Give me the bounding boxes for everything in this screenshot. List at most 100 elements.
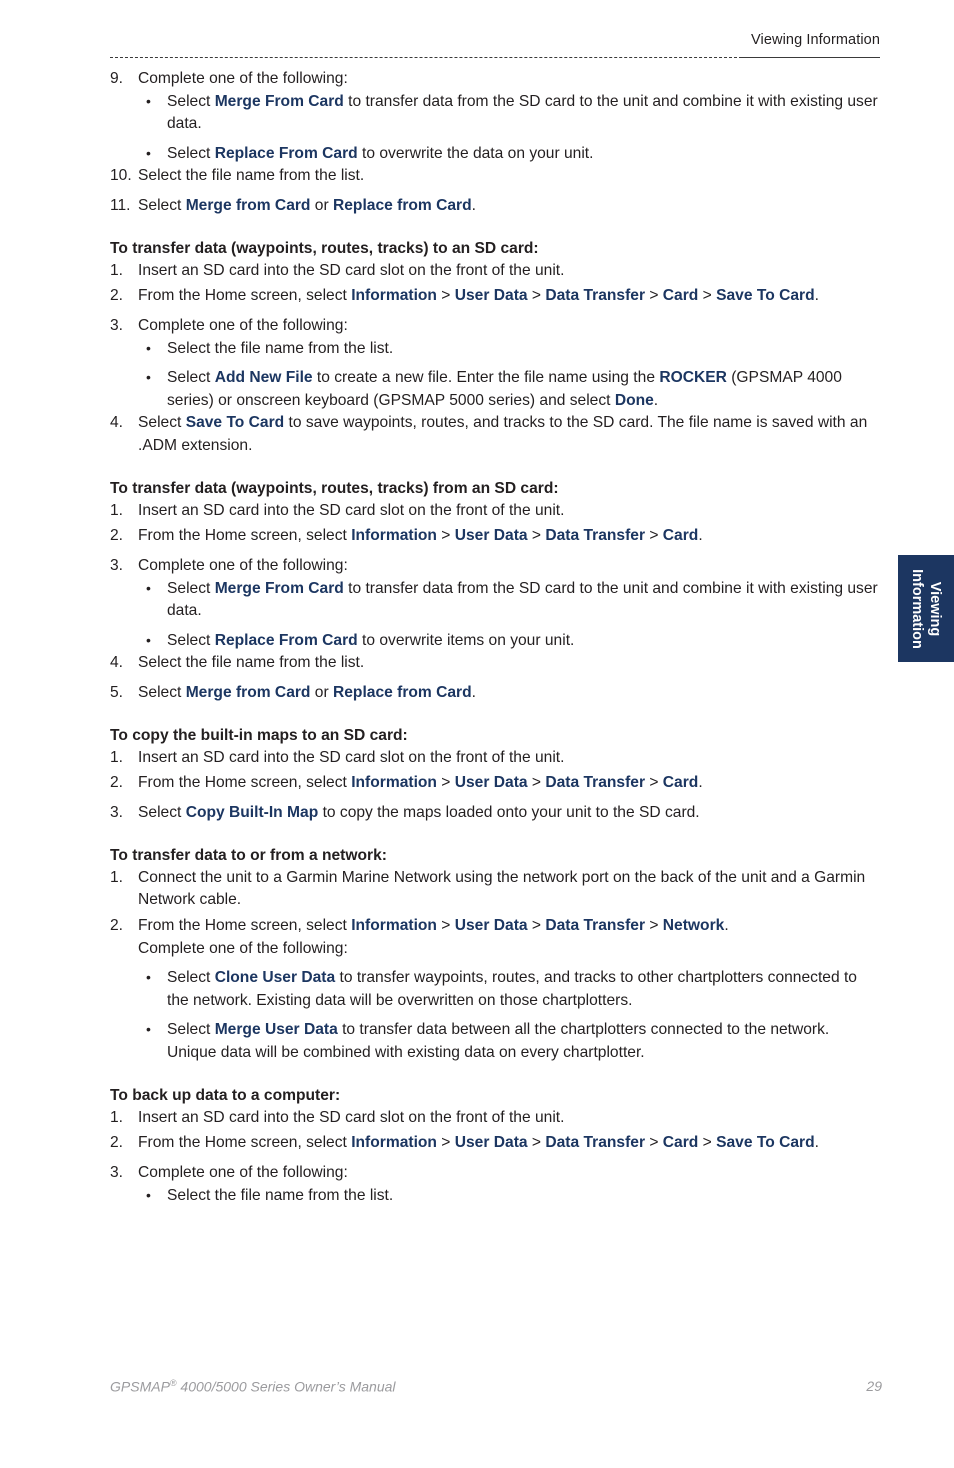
step-number: 3. — [110, 317, 124, 335]
numbered-step: 4. Select Save To Card to save waypoints,… — [110, 412, 882, 457]
path-separator: > — [527, 774, 546, 792]
numbered-step: 2. From the Home screen, select Informati… — [110, 915, 882, 938]
chapter-side-tab: Viewing Information — [898, 555, 954, 662]
step-number: 3. — [110, 557, 124, 575]
numbered-step: 2. From the Home screen, select Informati… — [110, 285, 882, 308]
numbered-step: 2. From the Home screen, select Informati… — [110, 772, 882, 795]
step-number: 4. — [110, 654, 124, 672]
ui-term: Card — [662, 287, 699, 305]
path-separator: > — [645, 1134, 663, 1152]
step-text: From the Home screen, select Information… — [138, 1134, 819, 1152]
step-text: Complete one of the following: — [138, 70, 348, 87]
ui-term: Network — [662, 917, 725, 935]
step-text: Select Merge from Card or Replace from C… — [138, 197, 476, 215]
ui-term: Merge User Data — [214, 1021, 338, 1039]
bullet-dot-icon: • — [146, 339, 151, 356]
ui-term: Save To Card — [716, 1134, 815, 1152]
step-text: Select Merge from Card or Replace from C… — [138, 684, 476, 702]
ui-term: Save To Card — [185, 414, 285, 432]
bullet-text: Select the file name from the list. — [167, 1186, 394, 1204]
step-text: Complete one of the following: — [138, 317, 348, 335]
path-separator: > — [645, 287, 663, 305]
ui-term: User Data — [454, 917, 528, 935]
step-text: Insert an SD card into the SD card slot … — [138, 261, 565, 279]
step-text: From the Home screen, select Information… — [138, 527, 703, 545]
step-list: 4. Select Save To Card to save waypoints,… — [110, 412, 882, 457]
vertical-spacer — [110, 705, 882, 725]
numbered-step: 2. From the Home screen, select Informati… — [110, 525, 882, 548]
step-text: Select the file name from the list. — [138, 654, 365, 672]
footer-manual-title: GPSMAP® 4000/5000 Series Owner’s Manual — [110, 1378, 396, 1395]
bullet-item: • Select Merge From Card to transfer data… — [110, 578, 882, 623]
numbered-step: 2. From the Home screen, select Informati… — [110, 1132, 882, 1155]
bullet-text: Select Merge User Data to transfer data … — [167, 1021, 830, 1062]
step-list: 1. Insert an SD card into the SD card slo… — [110, 1107, 882, 1185]
chapter-side-tab-line1: Viewing — [927, 581, 944, 636]
ui-term: Information — [351, 774, 437, 792]
step-number: 9. — [110, 70, 124, 87]
numbered-step: 1. Insert an SD card into the SD card slo… — [110, 747, 882, 770]
numbered-step: 4. Select the file name from the list. — [110, 652, 882, 675]
ui-term: User Data — [454, 527, 528, 545]
ui-term: User Data — [454, 774, 528, 792]
ui-term: Merge from Card — [185, 197, 311, 215]
numbered-step: 9. Complete one of the following: — [110, 68, 882, 91]
step-number: 2. — [110, 774, 124, 792]
path-separator: > — [527, 527, 546, 545]
ui-term: User Data — [454, 1134, 528, 1152]
path-separator: > — [436, 527, 455, 545]
bullet-list: • Select Clone User Data to transfer wayp… — [110, 967, 882, 1064]
ui-term: Replace from Card — [333, 197, 472, 215]
path-separator: > — [436, 1134, 455, 1152]
numbered-step: 1. Connect the unit to a Garmin Marine Ne… — [110, 867, 882, 912]
vertical-spacer — [110, 825, 882, 845]
numbered-step: 3. Complete one of the following: — [110, 1162, 882, 1185]
ui-term: Done — [614, 391, 654, 409]
path-separator: > — [645, 774, 663, 792]
section-heading: To back up data to a computer: — [110, 1086, 341, 1104]
ui-term: Information — [351, 1134, 437, 1152]
path-separator: > — [527, 917, 546, 935]
step-text: Select the file name from the list. — [138, 167, 365, 185]
path-separator: > — [436, 774, 455, 792]
step-text: Insert an SD card into the SD card slot … — [138, 501, 565, 519]
step-number: 2. — [110, 917, 124, 935]
path-separator: > — [698, 287, 717, 305]
step-text: Insert an SD card into the SD card slot … — [138, 748, 565, 766]
ui-term: Replace From Card — [214, 631, 358, 649]
step-number: 2. — [110, 527, 124, 545]
vertical-spacer — [110, 1065, 882, 1085]
page-footer: GPSMAP® 4000/5000 Series Owner’s Manual … — [110, 1378, 882, 1400]
bullet-text: Select Merge From Card to transfer data … — [167, 579, 878, 620]
step-text: From the Home screen, select Information… — [138, 917, 729, 935]
ui-term: Merge From Card — [214, 579, 344, 597]
step-text: From the Home screen, select Information… — [138, 774, 703, 792]
step-text: Insert an SD card into the SD card slot … — [138, 1108, 565, 1126]
document-page: Viewing Information 9. Complete one of th… — [0, 0, 954, 1468]
bullet-dot-icon: • — [146, 579, 151, 596]
chapter-side-tab-label: Viewing Information — [908, 569, 944, 649]
step-number: 2. — [110, 287, 124, 305]
header-chapter-title: Viewing Information — [751, 32, 880, 48]
running-header: Viewing Information — [110, 32, 880, 58]
bullet-list: • Select Merge From Card to transfer data… — [110, 578, 882, 653]
section-heading: To transfer data (waypoints, routes, tra… — [110, 479, 559, 497]
path-separator: > — [436, 287, 455, 305]
ui-term: Card — [662, 774, 699, 792]
bullet-dot-icon: • — [146, 631, 151, 648]
footer-manual-title-suffix: 4000/5000 Series Owner’s Manual — [176, 1378, 396, 1395]
path-separator: > — [698, 1134, 717, 1152]
bullet-text: Select Merge From Card to transfer data … — [167, 92, 878, 133]
header-rule-solid — [740, 57, 880, 58]
ui-term: Information — [351, 917, 437, 935]
ui-term: Card — [662, 527, 699, 545]
ui-term: Information — [351, 527, 437, 545]
numbered-step: 1. Insert an SD card into the SD card slo… — [110, 1107, 882, 1130]
step-number: 1. — [110, 501, 124, 519]
bullet-item: • Select Merge From Card to transfer data… — [110, 91, 882, 136]
step-list: 4. Select the file name from the list. 5. S… — [110, 652, 882, 704]
vertical-spacer — [110, 218, 882, 238]
step-number: 3. — [110, 1164, 124, 1182]
step-list: 1. Insert an SD card into the SD card slo… — [110, 260, 882, 338]
registered-trademark-icon: ® — [169, 1378, 177, 1388]
